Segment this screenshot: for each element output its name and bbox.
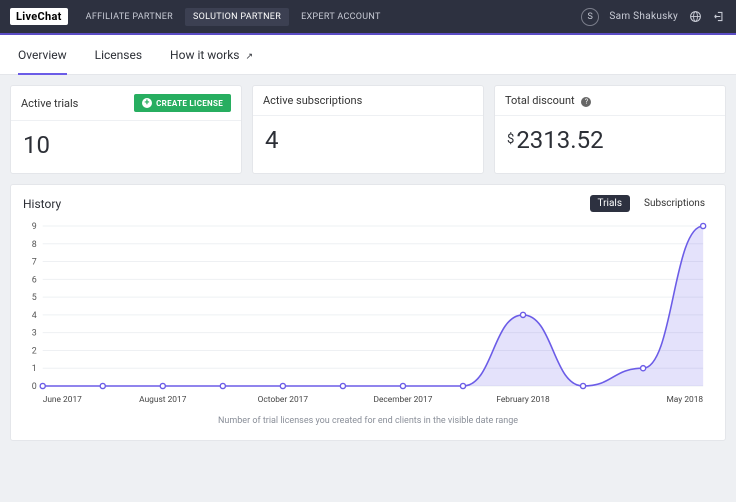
plus-icon: + <box>142 98 152 108</box>
topnav-affiliate[interactable]: AFFILIATE PARTNER <box>78 8 181 26</box>
tab-how-it-works[interactable]: How it works ↗ <box>170 36 253 74</box>
top-right: S Sam Shakusky <box>581 8 726 26</box>
create-license-button[interactable]: + CREATE LICENSE <box>134 94 231 112</box>
svg-text:5: 5 <box>32 293 37 303</box>
svg-text:May 2018: May 2018 <box>667 395 704 405</box>
sub-nav: Overview Licenses How it works ↗ <box>0 35 736 75</box>
top-bar: LiveChat AFFILIATE PARTNER SOLUTION PART… <box>0 0 736 35</box>
history-panel: History Trials Subscriptions 0 1 2 3 4 5 6 7 8 9 J… <box>10 184 726 441</box>
globe-icon[interactable] <box>688 10 702 24</box>
svg-text:4: 4 <box>32 311 37 321</box>
tab-licenses[interactable]: Licenses <box>95 36 142 74</box>
external-link-icon: ↗ <box>245 52 253 62</box>
card-total-discount: Total discount ? $2313.52 <box>494 85 726 174</box>
svg-text:6: 6 <box>32 275 37 285</box>
help-icon[interactable]: ? <box>581 97 591 107</box>
card-active-trials: Active trials + CREATE LICENSE 10 <box>10 85 242 174</box>
avatar[interactable]: S <box>581 8 599 26</box>
stat-cards: Active trials + CREATE LICENSE 10 Active… <box>10 85 726 174</box>
chart-caption: Number of trial licenses you created for… <box>23 416 713 426</box>
history-chart: 0 1 2 3 4 5 6 7 8 9 June 2017 August 2017 October 20… <box>23 218 713 408</box>
brand-logo-text: LiveChat <box>16 10 62 23</box>
history-title: History <box>23 197 61 211</box>
card-discount-value: $2313.52 <box>495 116 725 168</box>
topnav-solution[interactable]: SOLUTION PARTNER <box>185 8 289 26</box>
svg-text:0: 0 <box>32 382 37 392</box>
card-discount-title: Total discount <box>505 94 575 107</box>
tab-how-it-works-label: How it works <box>170 48 239 62</box>
tab-overview[interactable]: Overview <box>18 36 67 74</box>
user-name: Sam Shakusky <box>609 11 678 22</box>
svg-text:August 2017: August 2017 <box>139 395 187 405</box>
card-active-trials-title: Active trials <box>21 97 78 110</box>
svg-text:October 2017: October 2017 <box>258 395 309 405</box>
svg-text:1: 1 <box>32 364 37 374</box>
logout-icon[interactable] <box>712 10 726 24</box>
card-active-subscriptions: Active subscriptions 4 <box>252 85 484 174</box>
content: Active trials + CREATE LICENSE 10 Active… <box>0 75 736 451</box>
toggle-subscriptions[interactable]: Subscriptions <box>636 195 713 212</box>
card-active-trials-value: 10 <box>11 121 241 173</box>
svg-text:2: 2 <box>32 346 37 356</box>
top-nav: AFFILIATE PARTNER SOLUTION PARTNER EXPER… <box>78 8 389 26</box>
svg-text:8: 8 <box>32 240 37 250</box>
card-active-subs-value: 4 <box>253 116 483 168</box>
topnav-expert[interactable]: EXPERT ACCOUNT <box>293 8 389 26</box>
svg-text:3: 3 <box>32 329 37 339</box>
svg-text:June 2017: June 2017 <box>43 395 82 405</box>
brand-logo: LiveChat <box>10 8 68 25</box>
svg-text:7: 7 <box>32 258 37 268</box>
card-active-subs-title: Active subscriptions <box>263 94 362 107</box>
svg-text:December 2017: December 2017 <box>373 395 432 405</box>
create-license-label: CREATE LICENSE <box>156 99 223 108</box>
svg-text:9: 9 <box>32 222 37 232</box>
toggle-trials[interactable]: Trials <box>590 195 630 212</box>
svg-text:February 2018: February 2018 <box>496 395 550 405</box>
discount-amount: 2313.52 <box>516 126 603 154</box>
currency-symbol: $ <box>507 132 514 147</box>
history-toggle: Trials Subscriptions <box>590 195 713 212</box>
